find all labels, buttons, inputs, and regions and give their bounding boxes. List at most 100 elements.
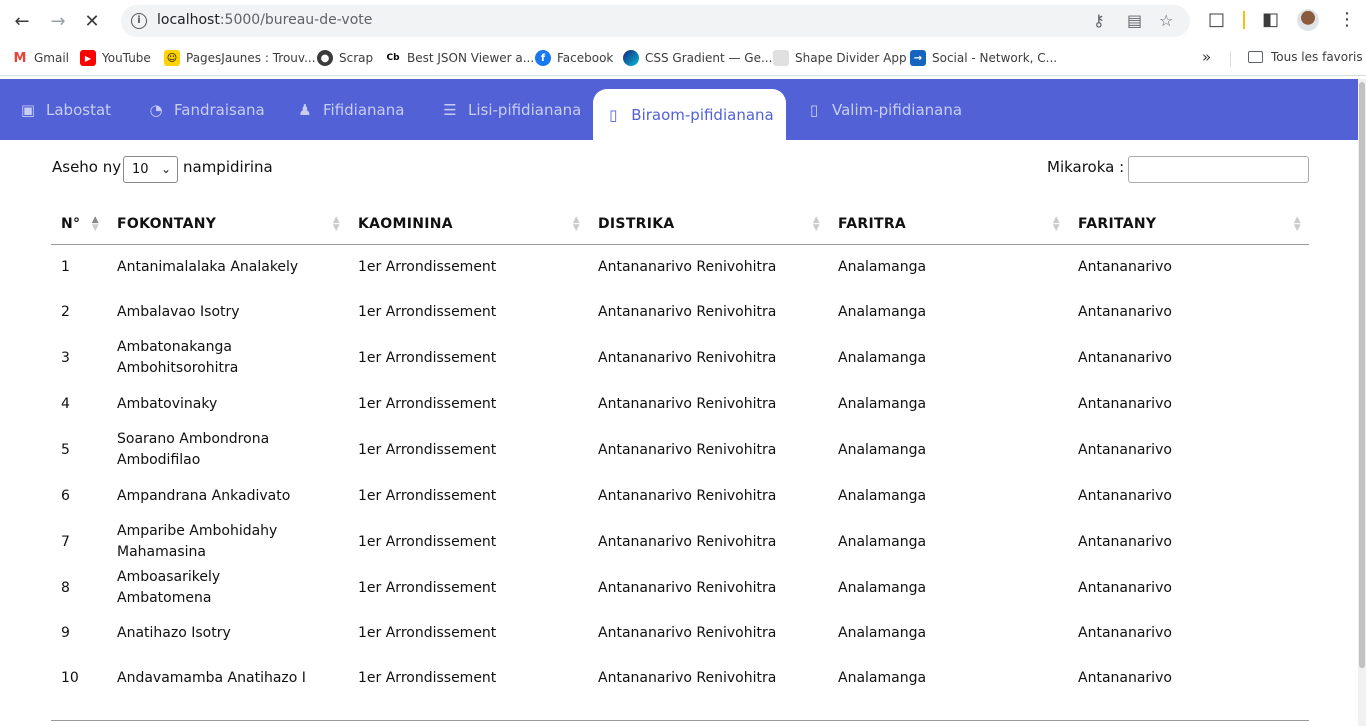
column-header-faritra[interactable]: FARITRA ▲ ▼ <box>828 204 1068 245</box>
cell-kaominina: 1er Arrondissement <box>358 669 497 686</box>
scrollbar-thumb[interactable] <box>1359 82 1365 668</box>
cell-faritany: Antananarivo <box>1078 303 1172 320</box>
site-info-icon[interactable]: i <box>131 13 147 29</box>
kebab-menu-icon[interactable]: ⋮ <box>1338 9 1356 30</box>
cell-fokontany: Ambalavao Isotry <box>117 303 240 320</box>
bookmark-label: PagesJaunes : Trouv... <box>186 51 316 65</box>
cell-fokontany: Ambatovinaky <box>117 395 218 412</box>
table-row: 6 Ampandrana Ankadivato 1er Arrondissement… <box>51 474 1309 519</box>
key-icon[interactable]: ⚷ <box>1093 11 1105 30</box>
bookmark-youtube[interactable]: ▶ YouTube <box>80 50 151 66</box>
inbox-icon: ▣ <box>20 100 36 119</box>
tab-labostat[interactable]: ▣ Labostat <box>20 79 111 140</box>
column-header-kaominina[interactable]: KAOMININA ▲ ▼ <box>348 204 588 245</box>
dashboard-icon: ◔ <box>149 100 163 119</box>
tab-biraom-pifidianana[interactable]: ▯ Biraom-pifidianana <box>593 89 786 140</box>
table-row: 4 Ambatovinaky 1er Arrondissement Antananar… <box>51 382 1309 427</box>
pagesjaunes-icon: ☺ <box>164 50 180 66</box>
bookmark-scrap[interactable]: ● Scrap <box>317 50 373 66</box>
table-row: 8 Amboasarikely Ambatomena 1er Arrondissem… <box>51 566 1309 611</box>
column-header-distrika[interactable]: DISTRIKA ▲ ▼ <box>588 204 828 245</box>
forward-arrow-icon[interactable]: → <box>44 7 72 35</box>
translate-icon[interactable]: ▤ <box>1127 11 1142 30</box>
cell-faritra: Analamanga <box>838 487 927 504</box>
cell-number: 7 <box>61 533 70 550</box>
bookmark-social[interactable]: → Social - Network, C... <box>910 50 1057 66</box>
gmail-icon: M <box>12 50 28 66</box>
address-bar[interactable]: i localhost:5000/bureau-de-vote ⚷ ▤ ☆ <box>121 5 1190 37</box>
browser-toolbar: ← → ✕ i localhost:5000/bureau-de-vote ⚷ … <box>0 0 1366 42</box>
youtube-icon: ▶ <box>80 50 96 66</box>
bookmark-gmail[interactable]: M Gmail <box>12 50 69 66</box>
social-icon: → <box>910 50 926 66</box>
cell-fokontany: Ampandrana Ankadivato <box>117 487 291 504</box>
entries-per-page-select[interactable]: 10 ⌄ <box>123 156 178 183</box>
tab-label: Labostat <box>46 100 112 119</box>
cell-distrika: Antananarivo Renivohitra <box>598 441 777 458</box>
toolbar-divider <box>1243 11 1245 29</box>
cell-faritany: Antananarivo <box>1078 395 1172 412</box>
search-label: Mikaroka : <box>1047 158 1125 176</box>
chevron-down-icon: ⌄ <box>160 162 171 176</box>
cell-kaominina: 1er Arrondissement <box>358 395 497 412</box>
cell-faritra: Analamanga <box>838 669 927 686</box>
all-bookmarks-button[interactable]: Tous les favoris <box>1248 50 1363 64</box>
cell-faritany: Antananarivo <box>1078 349 1172 366</box>
column-header-fokontany[interactable]: FOKONTANY ▲ ▼ <box>107 204 348 245</box>
cell-number: 1 <box>61 258 70 275</box>
bookmark-facebook[interactable]: f Facebook <box>535 50 613 66</box>
table-row: 3 Ambatonakanga Ambohitsorohitra 1er Arron… <box>51 335 1309 382</box>
bookmark-label: Scrap <box>339 51 374 65</box>
entries-per-page-value: 10 <box>132 162 149 177</box>
cell-number: 4 <box>61 395 70 412</box>
sort-icon: ▲ ▼ <box>572 215 580 233</box>
header-label: DISTRIKA <box>598 216 675 232</box>
table-bottom-border <box>51 720 1309 721</box>
header-label: FOKONTANY <box>117 216 217 232</box>
profile-avatar[interactable] <box>1297 9 1319 31</box>
extensions-icon[interactable]: □ <box>1208 9 1225 30</box>
tab-fifidianana[interactable]: ♟ Fifidianana <box>297 79 404 140</box>
cell-number: 8 <box>61 579 70 596</box>
cell-distrika: Antananarivo Renivohitra <box>598 395 777 412</box>
bookmark-pagesjaunes[interactable]: ☺ PagesJaunes : Trouv... <box>164 50 316 66</box>
stop-loading-icon[interactable]: ✕ <box>78 7 106 35</box>
cell-faritra: Analamanga <box>838 441 927 458</box>
cell-kaominina: 1er Arrondissement <box>358 441 497 458</box>
header-label: FARITRA <box>838 216 907 232</box>
bookmark-label: YouTube <box>102 51 151 65</box>
side-panel-icon[interactable]: ◧ <box>1262 9 1279 30</box>
tab-label: Fandraisana <box>174 100 265 119</box>
back-arrow-icon[interactable]: ← <box>8 7 36 35</box>
bookmark-css-gradient[interactable]: CSS Gradient — Ge... <box>623 50 772 66</box>
sort-icon: ▲ ▼ <box>91 215 99 233</box>
cell-faritany: Antananarivo <box>1078 579 1172 596</box>
tab-valim-pifidianana[interactable]: ▯ Valim-pifidianana <box>806 79 962 140</box>
tab-fandraisana[interactable]: ◔ Fandraisana <box>148 79 265 140</box>
globe-icon: ● <box>317 50 333 66</box>
cell-faritany: Antananarivo <box>1078 258 1172 275</box>
url-host: localhost <box>157 12 220 28</box>
bookmark-shape-divider[interactable]: Shape Divider App <box>773 50 907 66</box>
bookmark-star-icon[interactable]: ☆ <box>1159 11 1173 30</box>
cell-fokontany: Anatihazo Isotry <box>117 624 231 641</box>
cell-faritra: Analamanga <box>838 349 927 366</box>
bookmarks-overflow-icon[interactable]: » <box>1202 48 1211 66</box>
facebook-icon: f <box>535 50 551 66</box>
column-header-number[interactable]: N° ▲ ▼ <box>51 204 107 245</box>
table-row: 2 Ambalavao Isotry 1er Arrondissement Antan… <box>51 290 1309 335</box>
cell-number: 5 <box>61 441 70 458</box>
url-text[interactable]: localhost:5000/bureau-de-vote <box>157 12 372 28</box>
sort-icon: ▲ ▼ <box>1293 215 1301 233</box>
cell-distrika: Antananarivo Renivohitra <box>598 669 777 686</box>
tab-lisi-pifidianana[interactable]: ☰ Lisi-pifidianana <box>442 79 581 140</box>
search-input[interactable] <box>1128 156 1309 183</box>
cell-faritra: Analamanga <box>838 258 927 275</box>
table-row: 5 Soarano Ambondrona Ambodifilao 1er Arron… <box>51 427 1309 474</box>
column-header-faritany[interactable]: FARITANY ▲ ▼ <box>1068 204 1309 245</box>
table-row: 7 Amparibe Ambohidahy Mahamasina 1er Arron… <box>51 519 1309 566</box>
bookmark-label: Gmail <box>34 51 70 65</box>
cell-distrika: Antananarivo Renivohitra <box>598 303 777 320</box>
cell-fokontany: Antanimalalaka Analakely <box>117 258 299 275</box>
bookmark-json-viewer[interactable]: Cb Best JSON Viewer a... <box>385 50 534 66</box>
